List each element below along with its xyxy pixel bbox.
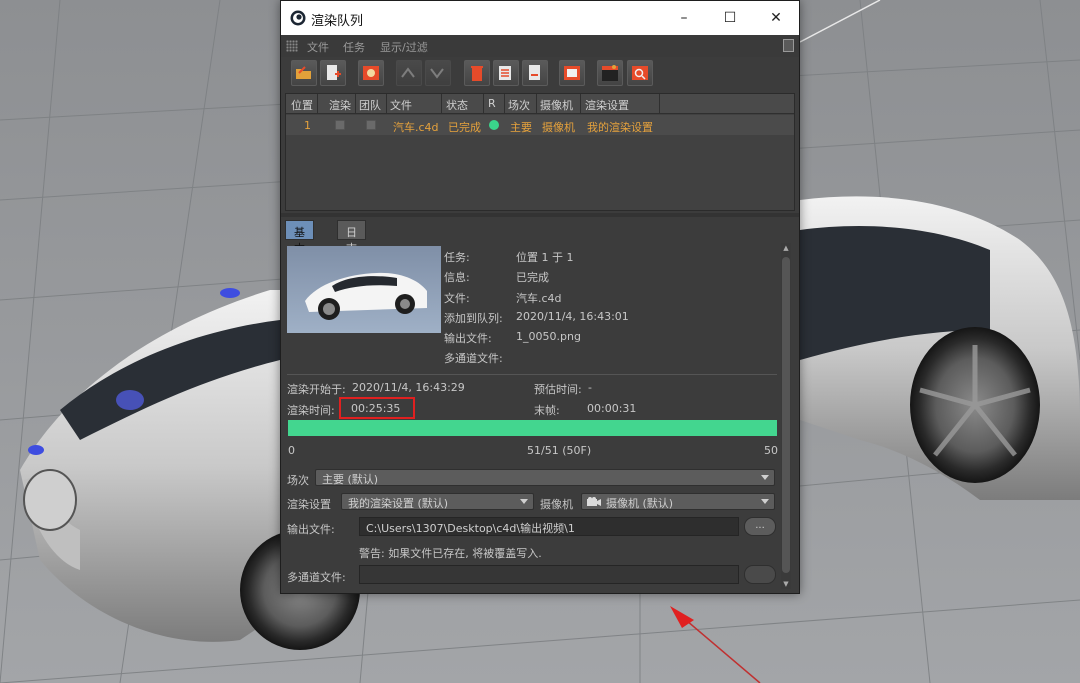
new-doc-icon[interactable] [522, 60, 548, 86]
camera-label: 摄像机 [540, 498, 573, 511]
file-label: 文件: [444, 292, 470, 305]
cinema4d-logo-icon [290, 10, 306, 26]
col-r[interactable]: R [488, 97, 496, 110]
col-camera[interactable]: 摄像机 [540, 97, 573, 113]
multipass-path-field[interactable] [359, 565, 739, 584]
render-queue-table: 位置 渲染 团队 文件 状态 R 场次 摄像机 渲染设置 1 汽车.c4d 已完… [285, 93, 795, 211]
progress-max: 50 [764, 444, 778, 457]
collapse-icon[interactable] [783, 39, 794, 52]
render-preview-thumbnail [287, 246, 441, 333]
edit-list-icon[interactable] [493, 60, 519, 86]
chevron-down-icon [761, 499, 769, 504]
render-setting-dropdown[interactable]: 我的渲染设置 (默认) [341, 493, 534, 510]
scroll-up-icon[interactable]: ▲ [781, 243, 791, 253]
row-camera: 摄像机 [542, 121, 575, 134]
status-dot-icon [489, 120, 499, 130]
col-file[interactable]: 文件 [390, 97, 412, 113]
render-setting-value: 我的渲染设置 (默认) [348, 497, 449, 510]
overwrite-warning: 警告: 如果文件已存在, 将被覆盖写入. [359, 547, 542, 560]
toggle-icon-2[interactable] [425, 60, 451, 86]
task-value: 位置 1 于 1 [516, 251, 574, 264]
title-bar[interactable]: 渲染队列 – ☐ ✕ [281, 1, 799, 35]
progress-label: 51/51 (50F) [527, 444, 592, 457]
render-queue-window: 渲染队列 – ☐ ✕ 文件 任务 显示/过滤 位置 渲染 团队 文件 状态 R … [280, 0, 800, 594]
camera-icon [587, 497, 601, 506]
maximize-button[interactable]: ☐ [707, 1, 753, 35]
render-checkbox[interactable] [335, 120, 345, 130]
toggle-icon-1[interactable] [396, 60, 422, 86]
estimate-value: - [588, 381, 592, 394]
divider [287, 374, 777, 375]
open-folder-icon[interactable] [291, 60, 317, 86]
chevron-down-icon [761, 475, 769, 480]
scrollbar[interactable]: ▲ ▼ [781, 243, 791, 589]
menu-file[interactable]: 文件 [307, 39, 329, 55]
col-status[interactable]: 状态 [446, 97, 468, 113]
estimate-label: 预估时间: [534, 383, 582, 396]
row-status: 已完成 [448, 121, 481, 134]
row-position: 1 [304, 119, 311, 132]
take-dropdown[interactable]: 主要 (默认) [315, 469, 775, 486]
col-position[interactable]: 位置 [291, 97, 313, 113]
render-time-highlight [339, 397, 415, 419]
multipass-browse-button[interactable]: ... [744, 565, 776, 584]
task-label: 任务: [444, 251, 470, 264]
menu-display-filter[interactable]: 显示/过滤 [380, 39, 428, 55]
camera-value: 摄像机 (默认) [606, 497, 674, 510]
last-frame-value: 00:00:31 [587, 402, 637, 415]
progress-fill [288, 420, 777, 436]
render-icon[interactable] [358, 60, 384, 86]
row-take: 主要 [510, 121, 532, 134]
scroll-thumb[interactable] [782, 257, 790, 573]
take-label: 场次 [287, 474, 309, 487]
added-label: 添加到队列: [444, 312, 503, 325]
picture-viewer-icon[interactable] [559, 60, 585, 86]
camera-dropdown[interactable]: 摄像机 (默认) [581, 493, 775, 510]
render-start-label: 渲染开始于: [287, 383, 346, 396]
output-label: 输出文件: [287, 523, 335, 536]
menu-bar: 文件 任务 显示/过滤 [281, 35, 799, 57]
scroll-down-icon[interactable]: ▼ [781, 579, 791, 589]
col-team[interactable]: 团队 [359, 97, 381, 113]
tab-basic[interactable]: 基本 [285, 220, 314, 255]
take-value: 主要 (默认) [322, 473, 379, 486]
render-start-value: 2020/11/4, 16:43:29 [352, 381, 465, 394]
minimize-button[interactable]: – [661, 1, 707, 35]
row-render-setting: 我的渲染设置 [587, 121, 653, 134]
info-label: 信息: [444, 271, 470, 284]
added-value: 2020/11/4, 16:43:01 [516, 310, 629, 323]
info-value: 已完成 [516, 271, 549, 284]
row-file: 汽车.c4d [393, 121, 439, 134]
delete-icon[interactable] [464, 60, 490, 86]
col-render[interactable]: 渲染 [329, 97, 351, 113]
tab-log[interactable]: 日志文件 [337, 220, 366, 287]
output-file-value: 1_0050.png [516, 330, 581, 343]
chevron-down-icon [520, 499, 528, 504]
add-file-icon[interactable] [320, 60, 346, 86]
multipass-file-label: 多通道文件: [287, 571, 346, 584]
clapper-icon[interactable] [597, 60, 623, 86]
progress-min: 0 [288, 444, 295, 457]
file-value: 汽车.c4d [516, 292, 562, 305]
grip-icon[interactable] [286, 40, 298, 52]
render-time-label: 渲染时间: [287, 404, 335, 417]
window-title: 渲染队列 [311, 14, 364, 29]
table-header: 位置 渲染 团队 文件 状态 R 场次 摄像机 渲染设置 [286, 94, 794, 114]
render-setting-label: 渲染设置 [287, 498, 331, 511]
output-browse-button[interactable]: ... [744, 517, 776, 536]
close-button[interactable]: ✕ [753, 1, 799, 35]
output-file-label: 输出文件: [444, 332, 492, 345]
toolbar [281, 57, 799, 91]
render-view-icon[interactable] [627, 60, 653, 86]
output-path-field[interactable]: C:\Users\1307\Desktop\c4d\输出视频\1 [359, 517, 739, 536]
multipass-label: 多通道文件: [444, 352, 503, 365]
col-render-setting[interactable]: 渲染设置 [585, 97, 629, 113]
last-frame-label: 末帧: [534, 404, 560, 417]
table-row[interactable]: 1 汽车.c4d 已完成 主要 摄像机 我的渲染设置 [286, 115, 794, 135]
team-checkbox[interactable] [366, 120, 376, 130]
progress-bar [288, 420, 777, 436]
splitter[interactable] [281, 213, 799, 217]
col-take[interactable]: 场次 [508, 97, 530, 113]
menu-task[interactable]: 任务 [343, 39, 365, 55]
